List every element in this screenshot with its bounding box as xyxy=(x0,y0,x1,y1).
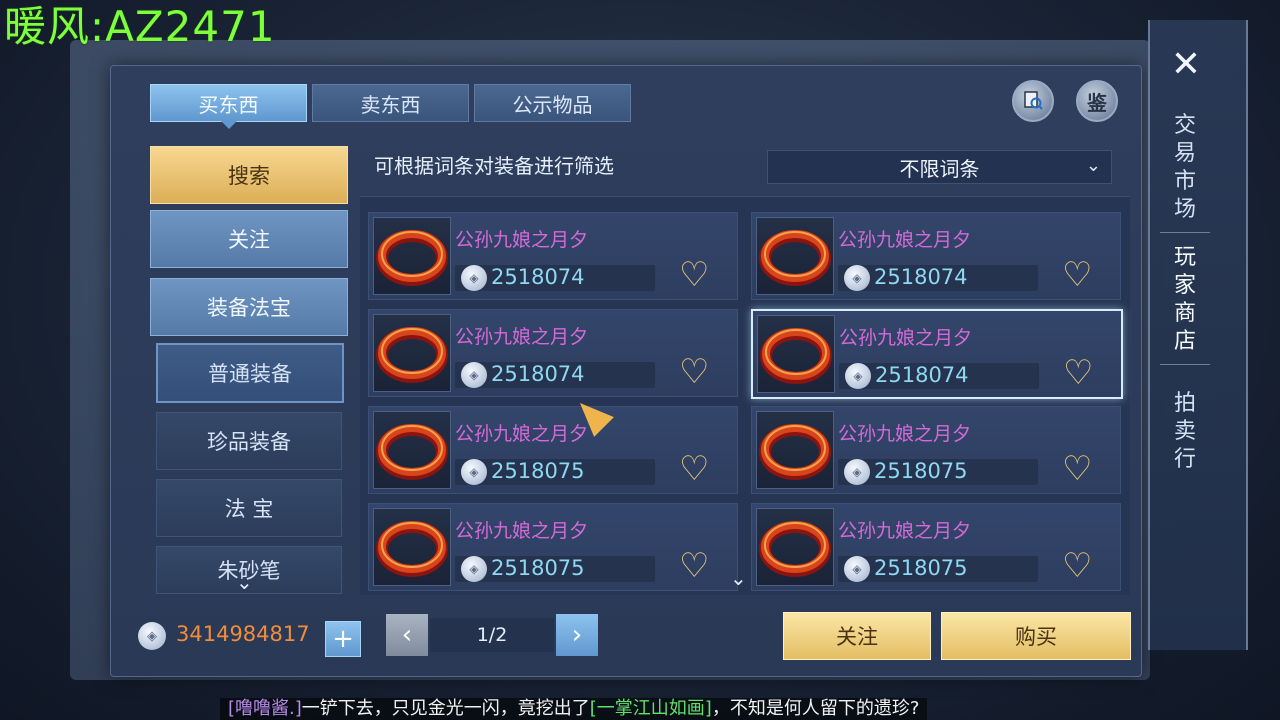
coin-icon: ◈ xyxy=(461,265,487,291)
magnifier-icon xyxy=(1024,91,1043,110)
page-indicator: 1/2 xyxy=(430,618,554,652)
item-card[interactable]: 公孙九娘之月夕 ◈ 2518074 ♡ xyxy=(368,309,738,397)
item-card[interactable]: 公孙九娘之月夕 ◈ 2518074 ♡ xyxy=(751,212,1121,300)
prev-page-button[interactable]: ‹ xyxy=(386,614,428,656)
chat-nickname[interactable]: [噜噜酱.] xyxy=(228,698,302,719)
item-name: 公孙九娘之月夕 xyxy=(838,520,972,542)
coin-icon: ◈ xyxy=(844,556,870,582)
bracelet-icon xyxy=(376,424,448,480)
bracelet-icon xyxy=(759,424,831,480)
menu-follow[interactable]: 关注 xyxy=(150,210,348,268)
bracelet-icon xyxy=(760,328,832,384)
menu-treasure[interactable]: 法 宝 xyxy=(156,479,342,537)
item-name: 公孙九娘之月夕 xyxy=(455,326,589,348)
filter-label: 可根据词条对装备进行筛选 xyxy=(374,154,614,178)
side-item-auction[interactable]: 拍卖行 xyxy=(1170,390,1200,474)
list-scroll-down-icon: ⌄ xyxy=(730,566,747,590)
side-divider xyxy=(1160,232,1210,233)
menu-equip-treasure[interactable]: 装备法宝 xyxy=(150,278,348,336)
chevron-down-icon: ⌄ xyxy=(1085,155,1101,176)
item-thumbnail xyxy=(373,411,451,489)
item-price: 2518074 xyxy=(875,363,969,387)
item-thumbnail xyxy=(373,508,451,586)
item-thumbnail xyxy=(373,314,451,392)
item-price: 2518074 xyxy=(874,265,968,289)
item-thumbnail xyxy=(373,217,451,295)
coin-icon: ◈ xyxy=(845,363,871,389)
coin-icon: ◈ xyxy=(461,362,487,388)
item-card[interactable]: 公孙九娘之月夕 ◈ 2518075 ♡ xyxy=(368,503,738,591)
item-card[interactable]: 公孙九娘之月夕 ◈ 2518074 ♡ xyxy=(368,212,738,300)
menu-scroll-down-icon: ⌄ xyxy=(236,570,253,594)
item-price: 2518075 xyxy=(874,459,968,483)
search-record-button[interactable] xyxy=(1012,80,1054,122)
item-price: 2518075 xyxy=(874,556,968,580)
balance-amount: 3414984817 xyxy=(176,622,310,646)
chat-text: 一铲下去，只见金光一闪，竟挖出了 xyxy=(301,698,590,719)
follow-button[interactable]: 关注 xyxy=(783,612,931,660)
item-price: 2518074 xyxy=(491,265,585,289)
heart-icon[interactable]: ♡ xyxy=(1062,451,1092,487)
coin-icon: ◈ xyxy=(461,459,487,485)
tab-public[interactable]: 公示物品 xyxy=(474,84,631,122)
filter-dropdown[interactable]: 不限词条 ⌄ xyxy=(767,150,1112,184)
menu-rare-equip[interactable]: 珍品装备 xyxy=(156,412,342,470)
item-card[interactable]: 公孙九娘之月夕 ◈ 2518075 ♡ xyxy=(368,406,738,494)
buy-button[interactable]: 购买 xyxy=(941,612,1131,660)
heart-icon[interactable]: ♡ xyxy=(679,354,709,390)
add-currency-button[interactable]: + xyxy=(325,621,361,657)
heart-icon[interactable]: ♡ xyxy=(679,451,709,487)
heart-icon[interactable]: ♡ xyxy=(1063,355,1093,391)
item-price: 2518075 xyxy=(491,556,585,580)
item-card[interactable]: 公孙九娘之月夕 ◈ 2518074 ♡ xyxy=(751,309,1123,399)
heart-icon[interactable]: ♡ xyxy=(1062,257,1092,293)
bracelet-icon xyxy=(376,327,448,383)
tab-sell[interactable]: 卖东西 xyxy=(312,84,469,122)
close-icon[interactable]: ✕ xyxy=(1166,44,1206,85)
item-thumbnail xyxy=(756,217,834,295)
bracelet-icon xyxy=(759,521,831,577)
heart-icon[interactable]: ♡ xyxy=(679,257,709,293)
tab-buy[interactable]: 买东西 xyxy=(150,84,307,129)
heart-icon[interactable]: ♡ xyxy=(679,548,709,584)
coin-icon: ◈ xyxy=(844,459,870,485)
item-name: 公孙九娘之月夕 xyxy=(455,520,589,542)
item-name: 公孙九娘之月夕 xyxy=(455,423,589,445)
bracelet-icon xyxy=(376,230,448,286)
side-divider xyxy=(1160,364,1210,365)
coin-icon: ◈ xyxy=(461,556,487,582)
item-card[interactable]: 公孙九娘之月夕 ◈ 2518075 ♡ xyxy=(751,406,1121,494)
item-name: 公孙九娘之月夕 xyxy=(838,423,972,445)
coin-icon: ◈ xyxy=(844,265,870,291)
item-price: 2518075 xyxy=(491,459,585,483)
next-page-button[interactable]: › xyxy=(556,614,598,656)
item-price: 2518074 xyxy=(491,362,585,386)
filter-selected-value: 不限词条 xyxy=(899,156,980,181)
chat-item-link[interactable]: [一掌江山如画] xyxy=(590,698,712,719)
coin-icon: ◈ xyxy=(138,622,166,650)
watermark: 暖风:AZ2471 xyxy=(4,2,276,51)
side-item-trade-market[interactable]: 交易市场 xyxy=(1170,112,1200,224)
heart-icon[interactable]: ♡ xyxy=(1062,548,1092,584)
item-thumbnail xyxy=(757,315,835,393)
menu-normal-equip[interactable]: 普通装备 xyxy=(156,343,344,403)
chat-text-end: ，不知是何人留下的遗珍? xyxy=(711,698,920,719)
item-thumbnail xyxy=(756,508,834,586)
item-thumbnail xyxy=(756,411,834,489)
bracelet-icon xyxy=(376,521,448,577)
item-name: 公孙九娘之月夕 xyxy=(838,229,972,251)
side-item-player-shop[interactable]: 玩家商店 xyxy=(1170,244,1200,356)
appraise-button[interactable]: 鉴 xyxy=(1076,80,1118,122)
item-card[interactable]: 公孙九娘之月夕 ◈ 2518075 ♡ xyxy=(751,503,1121,591)
menu-search[interactable]: 搜索 xyxy=(150,146,348,204)
item-name: 公孙九娘之月夕 xyxy=(455,229,589,251)
system-chat-message: [噜噜酱.]一铲下去，只见金光一闪，竟挖出了[一掌江山如画]，不知是何人留下的遗… xyxy=(220,698,928,720)
bracelet-icon xyxy=(759,230,831,286)
item-name: 公孙九娘之月夕 xyxy=(839,327,973,349)
